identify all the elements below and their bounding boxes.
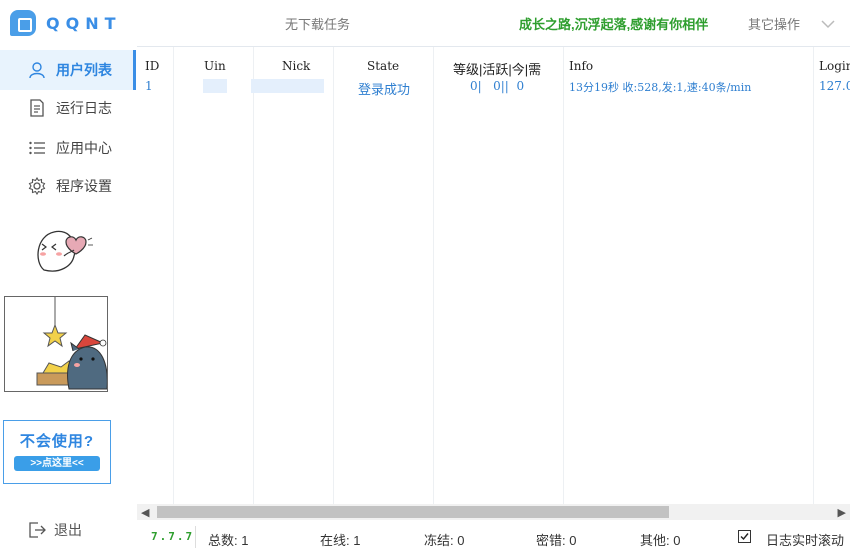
column-level: 等级|活跃|今|需 0| 0|| 0 <box>434 47 564 504</box>
help-title: 不会使用? <box>19 433 95 450</box>
sidebar-item-label: 用户列表 <box>56 62 112 78</box>
cell-login[interactable]: 127.0 <box>819 79 850 93</box>
other-count: 其他: 0 <box>640 533 681 548</box>
column-uin: Uin <box>174 47 254 504</box>
cell-id[interactable]: 1 <box>145 79 153 93</box>
slogan-text: 成长之路,沉浮起落,感谢有你相伴 <box>519 17 709 32</box>
sidebar-item-app-center[interactable]: 应用中心 <box>0 128 136 168</box>
chevron-down-icon[interactable] <box>820 16 836 32</box>
column-header-info[interactable]: Info <box>569 59 593 73</box>
other-operations-menu[interactable]: 其它操作 <box>748 14 800 33</box>
user-table: ID 1 Uin Nick State 登录成功 等级|活跃|今|需 0| 0|… <box>137 46 850 504</box>
cell-level[interactable]: 0| 0|| 0 <box>470 79 524 93</box>
sidebar-item-settings[interactable]: 程序设置 <box>0 166 136 206</box>
column-header-level[interactable]: 等级|活跃|今|需 <box>453 59 541 78</box>
horizontal-scrollbar[interactable]: ◀ ▶ <box>137 504 850 520</box>
column-header-login[interactable]: Login <box>819 59 850 73</box>
column-state: State 登录成功 <box>334 47 434 504</box>
cell-uin-masked[interactable] <box>203 79 227 93</box>
checkmark-icon <box>740 533 749 541</box>
logout-icon <box>28 521 46 539</box>
logout-button[interactable]: 退出 <box>28 520 82 540</box>
online-count: 在线: 1 <box>320 533 361 548</box>
sidebar-item-label: 应用中心 <box>56 140 112 156</box>
column-info: Info 13分19秒 收:528,发:1,速:40条/min <box>564 47 814 504</box>
column-header-state[interactable]: State <box>367 59 399 73</box>
scroll-right-icon[interactable]: ▶ <box>838 506 846 519</box>
log-icon <box>28 99 46 117</box>
column-header-uin[interactable]: Uin <box>204 59 226 73</box>
cell-info[interactable]: 13分19秒 收:528,发:1,速:40条/min <box>569 79 751 95</box>
scrollbar-thumb[interactable] <box>157 506 669 518</box>
password-error-count: 密错: 0 <box>536 533 577 548</box>
title-bar: QQNT 无下载任务 成长之路,沉浮起落,感谢有你相伴 其它操作 <box>0 0 850 46</box>
gear-icon <box>28 177 46 195</box>
app-logo-icon <box>10 10 36 36</box>
sidebar-item-run-log[interactable]: 运行日志 <box>0 88 136 128</box>
help-banner[interactable]: 不会使用? >>点这里<< <box>3 420 111 484</box>
log-scroll-label[interactable]: 日志实时滚动 <box>766 530 844 549</box>
list-icon <box>28 139 46 157</box>
column-nick: Nick <box>251 47 334 504</box>
sidebar: 用户列表 运行日志 应用中心 程序设置 不会使用? >>点这里<< 退出 <box>0 46 136 550</box>
log-scroll-checkbox[interactable] <box>738 530 751 543</box>
logout-label: 退出 <box>54 522 82 538</box>
frozen-count: 冻结: 0 <box>424 533 465 548</box>
column-header-id[interactable]: ID <box>145 59 159 73</box>
column-login: Login 127.0 <box>814 47 850 504</box>
app-title: QQNT <box>46 14 122 33</box>
total-count: 总数: 1 <box>208 533 249 548</box>
sidebar-item-label: 程序设置 <box>56 178 112 194</box>
version-label: 7.7.7 <box>151 530 195 543</box>
cell-state[interactable]: 登录成功 <box>358 79 410 98</box>
status-divider <box>195 526 196 548</box>
help-link-button[interactable]: >>点这里<< <box>14 456 100 471</box>
download-status[interactable]: 无下载任务 <box>285 14 350 33</box>
cartoon-heart-sticker <box>37 230 93 272</box>
cell-nick-masked[interactable] <box>251 79 324 93</box>
user-icon <box>28 61 46 79</box>
sidebar-item-label: 运行日志 <box>56 100 112 116</box>
column-header-nick[interactable]: Nick <box>282 59 310 73</box>
column-id: ID 1 <box>137 47 174 504</box>
sidebar-item-user-list[interactable]: 用户列表 <box>0 50 136 90</box>
scroll-left-icon[interactable]: ◀ <box>141 506 149 519</box>
cat-star-sticker <box>4 296 108 392</box>
status-bar: 7.7.7 总数: 1 在线: 1 冻结: 0 密错: 0 其他: 0 日志实时… <box>137 524 850 550</box>
